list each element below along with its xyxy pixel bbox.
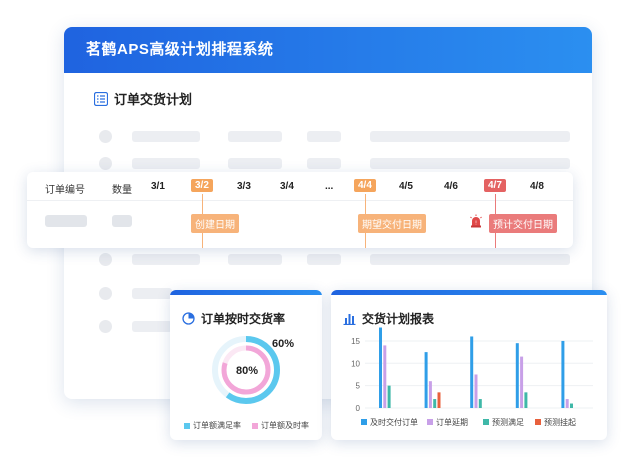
- ontime-legend-1: 订单额及时率: [252, 420, 309, 431]
- date-4-6: 4/6: [444, 181, 458, 192]
- legend-label: 订单额满足率: [193, 421, 241, 430]
- bar: [383, 345, 387, 408]
- legend-label: 及时交付订单: [370, 417, 418, 427]
- legend-swatch: [483, 419, 489, 425]
- legend-label: 预测挂起: [544, 417, 576, 427]
- col-qty: 数量: [112, 185, 132, 196]
- y-tick-label: 0: [356, 404, 361, 413]
- skeleton-dot: [99, 157, 112, 170]
- bar: [565, 399, 569, 408]
- order-timeline-card: 订单编号 数量 3/1 3/2 3/3 3/4 ... 4/4 4/5 4/6 …: [27, 172, 573, 248]
- skeleton-bar: [307, 158, 341, 169]
- report-bar-chart: 0 5 10 15 及时交付订单 订单延期 预测满足 预测挂起: [351, 327, 593, 427]
- bar: [387, 385, 391, 408]
- skeleton-bar: [370, 158, 570, 169]
- section-title-label: 订单交货计划: [114, 92, 193, 107]
- skeleton-bar: [228, 158, 282, 169]
- date-3-2-badge: 3/2: [191, 179, 213, 192]
- y-tick-label: 10: [351, 359, 360, 368]
- y-tick-label: 5: [356, 382, 361, 391]
- date-4-8: 4/8: [530, 181, 544, 192]
- legend-swatch: [184, 422, 190, 429]
- skeleton-bar: [228, 254, 282, 265]
- bar: [524, 392, 528, 408]
- legend-swatch: [427, 419, 433, 425]
- bar: [478, 399, 482, 408]
- date-3-3: 3/3: [237, 181, 251, 192]
- app-title: 茗鹤APS高级计划排程系统: [64, 27, 592, 73]
- date-4-4-badge: 4/4: [354, 179, 376, 192]
- header-divider: [27, 200, 573, 201]
- bar: [379, 327, 382, 408]
- legend-swatch: [252, 422, 258, 429]
- skeleton-bar: [132, 288, 172, 299]
- legend-swatch: [535, 419, 541, 425]
- skeleton-bar: [307, 131, 341, 142]
- ontime-rate-card: 订单按时交货率 60% 80% 订单额满足率 订单额及时率: [170, 290, 322, 440]
- bar: [424, 352, 428, 408]
- delivery-report-card: 交货计划报表 0 5 10 15 及时交付订单 订单延期 预测满足 预测挂起: [331, 290, 607, 440]
- legend-label: 订单延期: [436, 417, 468, 427]
- bar: [428, 381, 432, 408]
- col-order-no: 订单编号: [45, 185, 85, 196]
- date-ellipsis: ...: [325, 181, 334, 192]
- bar: [433, 399, 437, 408]
- date-4-7-badge: 4/7: [484, 179, 506, 192]
- bar: [437, 392, 441, 408]
- bar: [561, 340, 565, 408]
- date-3-1: 3/1: [151, 181, 165, 192]
- legend-swatch: [361, 419, 367, 425]
- svg-text:!: !: [475, 221, 477, 227]
- date-4-5: 4/5: [399, 181, 413, 192]
- bar: [515, 343, 519, 408]
- list-icon: [94, 91, 108, 106]
- skeleton-bar: [132, 158, 200, 169]
- skeleton-bar: [132, 131, 200, 142]
- order-no-placeholder: [45, 215, 87, 227]
- estimated-delivery-tag: 预计交付日期: [489, 214, 557, 233]
- outer-pct-label: 60%: [272, 338, 295, 350]
- expected-delivery-tag: 期望交付日期: [358, 214, 426, 233]
- legend-label: 订单额及时率: [261, 421, 309, 430]
- ontime-card-title-label: 订单按时交货率: [201, 312, 286, 326]
- bar: [570, 403, 573, 408]
- ontime-card-title: 订单按时交货率: [182, 310, 285, 327]
- bar: [474, 374, 478, 408]
- skeleton-bar: [132, 254, 200, 265]
- pie-icon: [182, 312, 195, 325]
- create-date-tag: 创建日期: [191, 214, 239, 233]
- qty-placeholder: [112, 215, 132, 227]
- skeleton-dot: [99, 287, 112, 300]
- card-topbar: [170, 290, 322, 295]
- skeleton-dot: [99, 130, 112, 143]
- inner-pct-label: 80%: [236, 365, 259, 377]
- skeleton-bar: [307, 254, 341, 265]
- bar: [470, 336, 474, 408]
- skeleton-dot: [99, 320, 112, 333]
- alarm-icon: !: [470, 214, 482, 228]
- skeleton-bar: [132, 321, 172, 332]
- legend-label: 预测满足: [492, 417, 524, 427]
- date-3-4: 3/4: [280, 181, 294, 192]
- skeleton-bar: [228, 131, 282, 142]
- y-tick-label: 15: [351, 337, 360, 346]
- ontime-legend-0: 订单额满足率: [184, 420, 241, 431]
- bar: [520, 356, 524, 408]
- skeleton-bar: [370, 254, 570, 265]
- section-title: 订单交货计划: [94, 89, 192, 108]
- skeleton-bar: [370, 131, 570, 142]
- skeleton-dot: [99, 253, 112, 266]
